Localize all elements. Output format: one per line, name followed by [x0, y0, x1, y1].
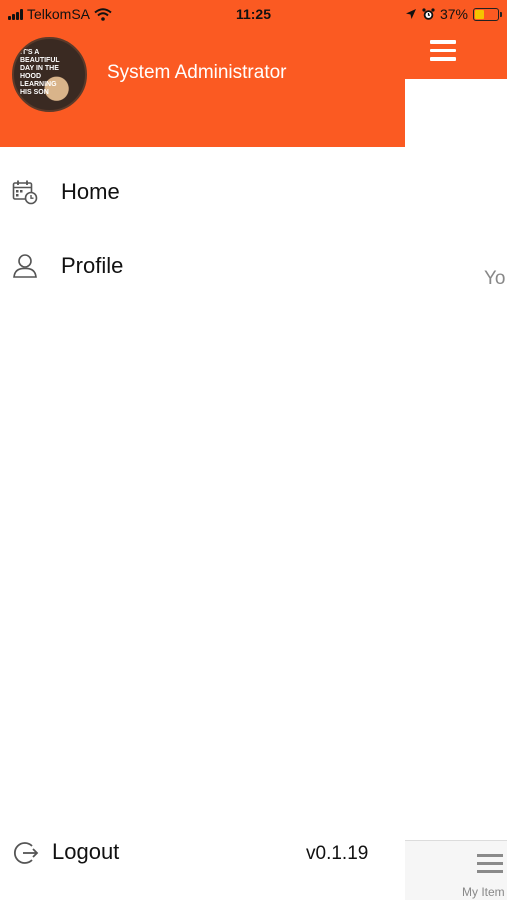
avatar-text: IT'S A BEAUTIFUL DAY IN THE HOOD LEARNIN…	[20, 49, 60, 96]
logout-label: Logout	[52, 839, 120, 864]
nav-item-home[interactable]: Home	[0, 167, 405, 217]
battery-icon	[473, 7, 502, 21]
user-icon	[13, 254, 37, 278]
hamburger-icon[interactable]	[430, 40, 456, 62]
tab-my-items[interactable]: My Item	[462, 885, 505, 899]
logout-icon	[13, 842, 39, 864]
nav-label-home: Home	[61, 179, 120, 204]
nav-label-profile: Profile	[61, 253, 124, 278]
tab-bar: My Item	[405, 840, 507, 900]
location-icon	[405, 9, 416, 19]
list-icon[interactable]	[477, 854, 503, 874]
calendar-clock-icon	[12, 180, 38, 205]
app-version: v0.1.19	[306, 843, 369, 864]
avatar[interactable]: IT'S A BEAUTIFUL DAY IN THE HOOD LEARNIN…	[12, 37, 87, 112]
user-name: System Administrator	[107, 62, 287, 83]
battery-percent: 37%	[439, 6, 468, 22]
alarm-icon	[422, 7, 435, 20]
navigation-drawer: IT'S A BEAUTIFUL DAY IN THE HOOD LEARNIN…	[0, 0, 405, 900]
status-bar: TelkomSA 11:25 37%	[0, 0, 507, 28]
logout-button[interactable]: Logout v0.1.19	[0, 830, 405, 875]
nav-item-profile[interactable]: Profile	[0, 241, 405, 291]
background-text: Yo	[484, 268, 506, 289]
